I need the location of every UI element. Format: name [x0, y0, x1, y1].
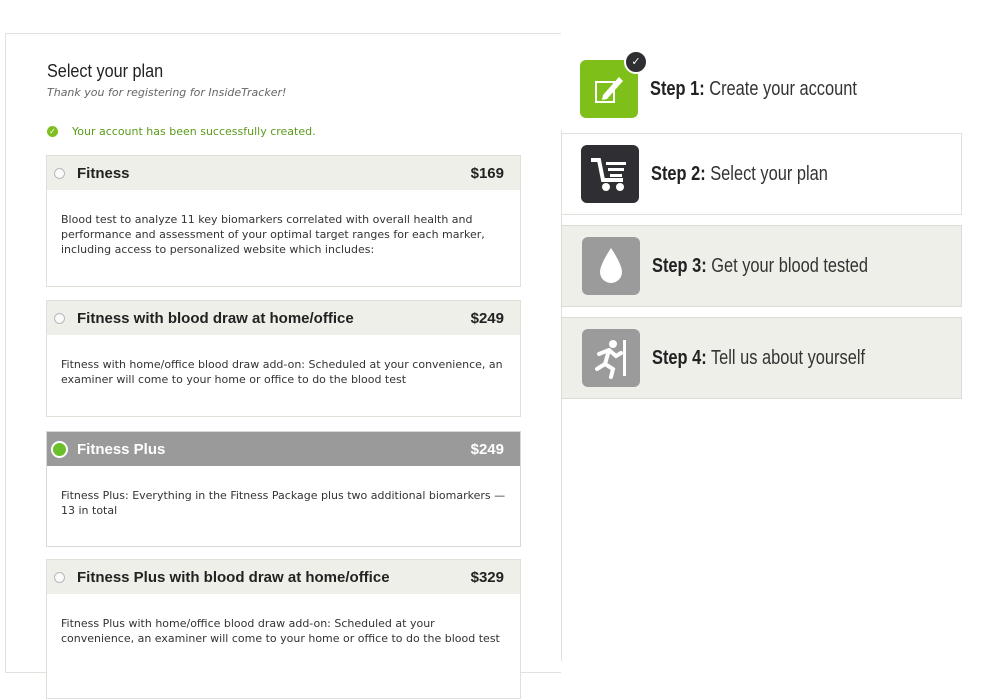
plan-option-fitness-plus[interactable]: Fitness Plus $249 Fitness Plus: Everythi…	[46, 431, 521, 547]
plan-header[interactable]: Fitness Plus with blood draw at home/off…	[47, 560, 520, 594]
plan-radio[interactable]	[54, 571, 65, 583]
plan-header[interactable]: Fitness with blood draw at home/office $…	[47, 301, 520, 335]
step-4: Step 4: Tell us about yourself	[561, 317, 962, 399]
success-message: ✓ Your account has been successfully cre…	[47, 125, 316, 138]
plan-name: Fitness Plus with blood draw at home/off…	[77, 568, 390, 586]
check-circle-icon: ✓	[47, 126, 58, 137]
success-text: Your account has been successfully creat…	[72, 125, 316, 138]
plan-option-fitness[interactable]: Fitness $169 Blood test to analyze 11 ke…	[46, 155, 521, 287]
plan-price: $249	[470, 309, 504, 327]
plan-description: Fitness Plus: Everything in the Fitness …	[61, 489, 506, 517]
edit-icon: ✓	[580, 50, 648, 118]
plan-header[interactable]: Fitness $169	[47, 156, 520, 190]
step-label: Step 1: Create your account	[650, 77, 857, 100]
plan-price: $249	[470, 440, 504, 458]
cart-icon	[581, 145, 639, 203]
plan-price: $329	[470, 568, 504, 586]
checkmark-badge-icon: ✓	[624, 50, 648, 74]
plan-name: Fitness with blood draw at home/office	[77, 309, 354, 327]
runner-icon	[582, 329, 640, 387]
plan-option-fitness-home-draw[interactable]: Fitness with blood draw at home/office $…	[46, 300, 521, 417]
step-2-active: Step 2: Select your plan	[561, 133, 962, 215]
plan-price: $169	[470, 164, 504, 182]
plan-description: Blood test to analyze 11 key biomarkers …	[61, 213, 485, 256]
step-label: Step 2: Select your plan	[651, 162, 828, 185]
blood-drop-icon	[582, 237, 640, 295]
plan-selection-panel: Select your plan Thank you for registeri…	[5, 33, 561, 699]
step-label: Step 4: Tell us about yourself	[652, 346, 866, 369]
page-subtitle: Thank you for registering for InsideTrac…	[47, 86, 287, 99]
step-1: ✓ Step 1: Create your account	[580, 50, 960, 121]
plan-description: Fitness Plus with home/office blood draw…	[61, 617, 500, 645]
plan-option-fitness-plus-home-draw[interactable]: Fitness Plus with blood draw at home/off…	[46, 559, 521, 699]
plan-name: Fitness	[77, 164, 130, 182]
page-title: Select your plan	[47, 61, 164, 81]
plan-radio[interactable]	[54, 167, 65, 179]
plan-description: Fitness with home/office blood draw add-…	[61, 358, 503, 386]
plan-name: Fitness Plus	[77, 440, 166, 458]
plan-radio[interactable]	[54, 312, 65, 324]
step-3: Step 3: Get your blood tested	[561, 225, 962, 307]
plan-radio-selected[interactable]	[51, 440, 68, 458]
step-label: Step 3: Get your blood tested	[652, 254, 869, 277]
plan-header[interactable]: Fitness Plus $249	[47, 432, 520, 466]
